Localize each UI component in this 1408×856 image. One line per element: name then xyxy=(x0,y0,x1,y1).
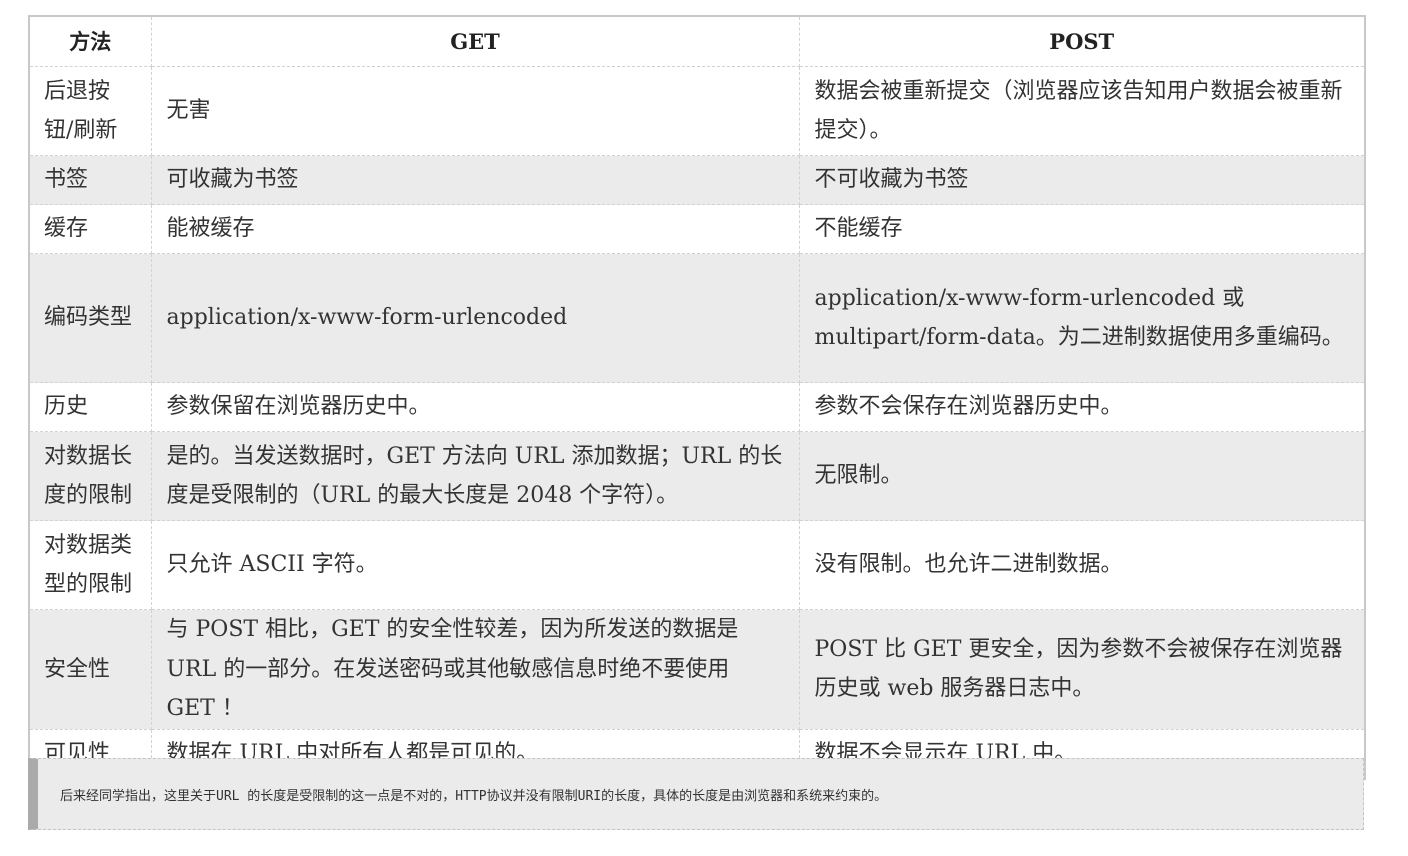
post-cell: application/x-www-form-urlencoded 或 mult… xyxy=(798,253,1366,383)
header-post: POST xyxy=(798,15,1366,67)
table-row: 后退按钮/刷新 无害 数据会被重新提交（浏览器应该告知用户数据会被重新提交）。 xyxy=(28,66,1366,156)
post-cell: 数据会被重新提交（浏览器应该告知用户数据会被重新提交）。 xyxy=(798,66,1366,156)
table-header-row: 方法 GET POST xyxy=(28,15,1366,67)
post-cell: POST 比 GET 更安全，因为参数不会被保存在浏览器历史或 web 服务器日… xyxy=(798,609,1366,730)
table-row: 安全性 与 POST 相比，GET 的安全性较差，因为所发送的数据是 URL 的… xyxy=(28,609,1366,730)
table-row: 编码类型 application/x-www-form-urlencoded a… xyxy=(28,253,1366,383)
get-cell: 参数保留在浏览器历史中。 xyxy=(150,382,800,432)
get-cell: 与 POST 相比，GET 的安全性较差，因为所发送的数据是 URL 的一部分。… xyxy=(150,609,800,730)
post-cell: 参数不会保存在浏览器历史中。 xyxy=(798,382,1366,432)
post-cell: 没有限制。也允许二进制数据。 xyxy=(798,520,1366,610)
row-label: 编码类型 xyxy=(28,253,152,383)
row-label: 对数据长度的限制 xyxy=(28,431,152,521)
row-label: 对数据类型的限制 xyxy=(28,520,152,610)
get-cell: 是的。当发送数据时，GET 方法向 URL 添加数据；URL 的长度是受限制的（… xyxy=(150,431,800,521)
get-cell: 无害 xyxy=(150,66,800,156)
note-blockquote: 后来经同学指出，这里关于URL 的长度是受限制的这一点是不对的，HTTP协议并没… xyxy=(28,758,1364,830)
get-cell: 只允许 ASCII 字符。 xyxy=(150,520,800,610)
post-cell: 不能缓存 xyxy=(798,204,1366,254)
table-row: 历史 参数保留在浏览器历史中。 参数不会保存在浏览器历史中。 xyxy=(28,382,1366,432)
get-cell: application/x-www-form-urlencoded xyxy=(150,253,800,383)
row-label: 书签 xyxy=(28,155,152,205)
get-cell: 可收藏为书签 xyxy=(150,155,800,205)
post-cell: 无限制。 xyxy=(798,431,1366,521)
get-cell: 能被缓存 xyxy=(150,204,800,254)
header-get: GET xyxy=(150,15,800,67)
table-row: 对数据长度的限制 是的。当发送数据时，GET 方法向 URL 添加数据；URL … xyxy=(28,431,1366,521)
row-label: 安全性 xyxy=(28,609,152,730)
row-label: 后退按钮/刷新 xyxy=(28,66,152,156)
row-label: 缓存 xyxy=(28,204,152,254)
table-row: 缓存 能被缓存 不能缓存 xyxy=(28,204,1366,254)
post-cell: 不可收藏为书签 xyxy=(798,155,1366,205)
table-row: 对数据类型的限制 只允许 ASCII 字符。 没有限制。也允许二进制数据。 xyxy=(28,520,1366,610)
table-row: 书签 可收藏为书签 不可收藏为书签 xyxy=(28,155,1366,205)
row-label: 历史 xyxy=(28,382,152,432)
header-method: 方法 xyxy=(28,15,152,67)
note-text: 后来经同学指出，这里关于URL 的长度是受限制的这一点是不对的，HTTP协议并没… xyxy=(60,788,888,804)
get-post-comparison-table: 方法 GET POST 后退按钮/刷新 无害 数据会被重新提交（浏览器应该告知用… xyxy=(28,15,1366,780)
